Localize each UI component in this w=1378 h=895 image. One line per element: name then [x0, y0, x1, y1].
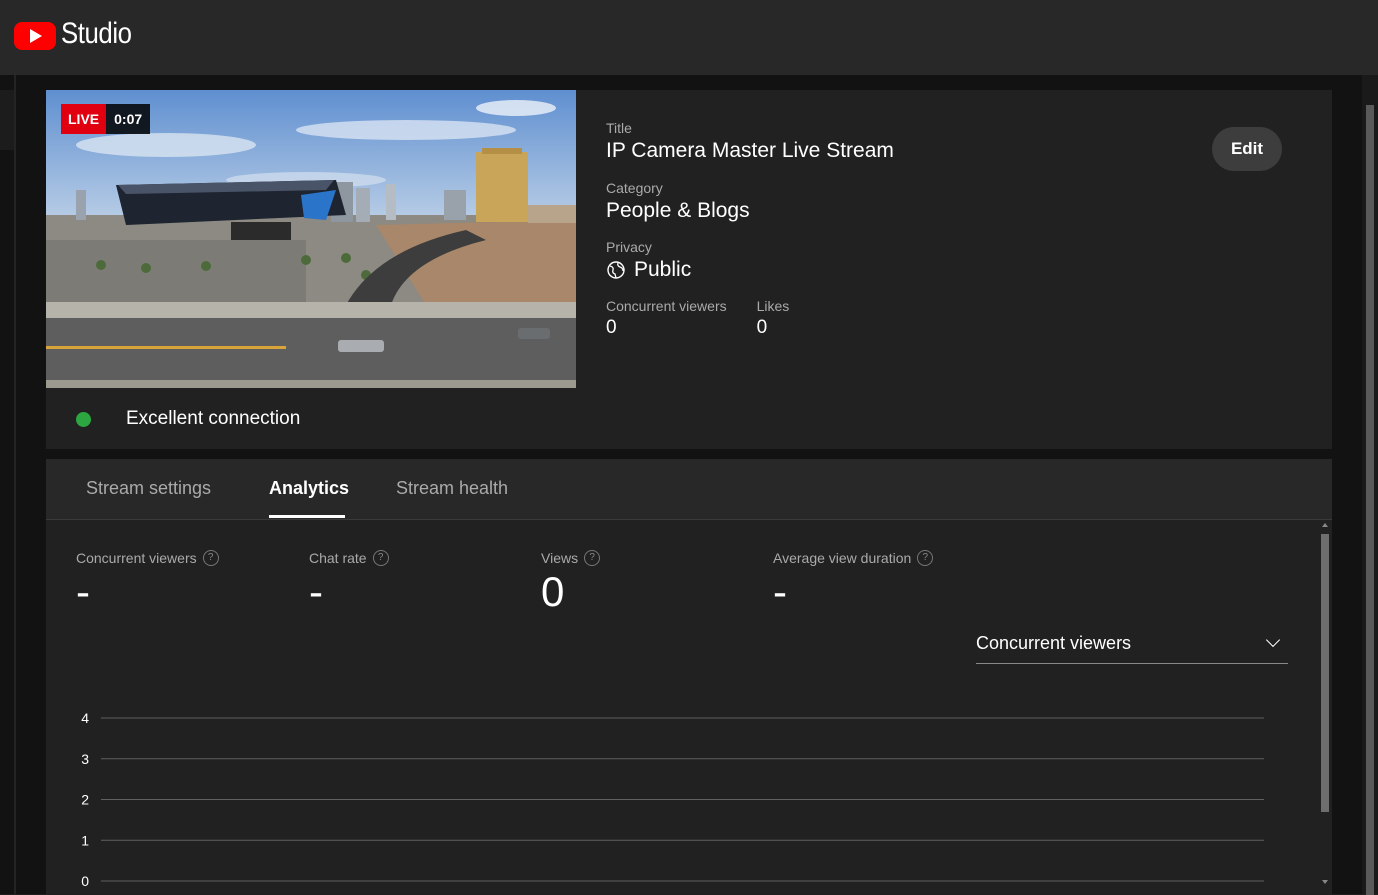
privacy-label: Privacy — [606, 239, 652, 255]
side-nav-stub — [0, 90, 14, 150]
scroll-up-icon[interactable] — [1322, 523, 1328, 527]
help-icon[interactable]: ? — [372, 550, 389, 566]
stat-value: - — [773, 568, 787, 615]
stream-preview-image — [46, 90, 576, 388]
scroll-down-icon[interactable] — [1322, 880, 1328, 884]
stat-label: Concurrent viewers — [76, 550, 197, 566]
stat-value: - — [76, 568, 90, 615]
top-bar: Studio — [0, 0, 1378, 75]
elapsed-time: 0:07 — [106, 104, 151, 134]
divider — [14, 75, 16, 894]
stat-average-view-duration: Average view duration? - — [773, 550, 934, 616]
concurrent-viewers-chart: 4 3 2 1 0 — [81, 710, 1264, 889]
live-badge: LIVE 0:07 — [61, 104, 151, 134]
y-tick-label: 0 — [81, 873, 89, 889]
likes-value: 0 — [756, 317, 768, 338]
stat-label: Views — [541, 550, 579, 566]
stream-title: IP Camera Master Live Stream — [606, 139, 894, 162]
y-tick-label: 3 — [81, 751, 89, 767]
tab-analytics[interactable]: Analytics — [269, 478, 349, 499]
stat-label: Chat rate — [309, 550, 367, 566]
globe-icon — [607, 261, 625, 279]
stream-category: People & Blogs — [606, 199, 750, 222]
analytics-panel: Stream settings Analytics Stream health … — [46, 459, 1332, 894]
stream-preview[interactable]: LIVE 0:07 — [46, 90, 576, 388]
stat-views: Views? 0 — [541, 550, 601, 616]
help-icon[interactable]: ? — [584, 550, 601, 566]
youtube-logo-icon[interactable] — [14, 22, 56, 50]
panel-scrollbar-thumb[interactable] — [1321, 534, 1329, 812]
chevron-down-icon — [1265, 632, 1281, 648]
help-icon[interactable]: ? — [202, 550, 219, 566]
page-scrollbar-thumb[interactable] — [1366, 105, 1374, 895]
connection-status-text: Excellent connection — [126, 408, 301, 429]
concurrent-viewers-label: Concurrent viewers — [606, 298, 727, 314]
privacy-value-row: Public — [606, 258, 894, 282]
category-label: Category — [606, 180, 663, 196]
stream-stats-row: Concurrent viewers 0 Likes 0 — [606, 298, 894, 339]
stream-info-card: LIVE 0:07 Excellent connection Title IP … — [46, 90, 1332, 449]
help-icon[interactable]: ? — [917, 550, 934, 566]
tab-bar: Stream settings Analytics Stream health — [46, 459, 1332, 520]
concurrent-viewers-stat: Concurrent viewers 0 — [606, 298, 727, 339]
stream-details: Title IP Camera Master Live Stream Categ… — [606, 120, 894, 339]
stat-concurrent-viewers: Concurrent viewers? - — [76, 550, 219, 616]
status-dot-icon — [76, 411, 91, 427]
studio-logo-text[interactable]: Studio — [61, 17, 132, 51]
page-scrollbar[interactable] — [1362, 75, 1378, 895]
likes-stat: Likes 0 — [757, 298, 790, 339]
edit-button[interactable]: Edit — [1212, 127, 1282, 171]
y-tick-label: 1 — [81, 832, 89, 848]
likes-label: Likes — [756, 298, 790, 314]
tab-stream-settings[interactable]: Stream settings — [86, 478, 211, 499]
metric-dropdown[interactable]: Concurrent viewers — [976, 629, 1288, 664]
panel-scrollbar[interactable] — [1318, 519, 1332, 894]
active-tab-indicator — [269, 515, 345, 518]
stat-value: - — [309, 568, 323, 615]
concurrent-viewers-value: 0 — [606, 317, 617, 338]
connection-status: Excellent connection — [76, 408, 300, 430]
title-label: Title — [606, 120, 632, 136]
stat-value: 0 — [541, 568, 565, 615]
y-tick-label: 2 — [81, 792, 89, 808]
tab-stream-health[interactable]: Stream health — [396, 478, 508, 499]
metric-dropdown-value: Concurrent viewers — [976, 633, 1132, 653]
stat-label: Average view duration — [773, 550, 912, 566]
live-label: LIVE — [61, 104, 107, 134]
y-tick-label: 4 — [81, 710, 89, 726]
stat-chat-rate: Chat rate? - — [309, 550, 389, 616]
privacy-value: Public — [634, 258, 692, 281]
